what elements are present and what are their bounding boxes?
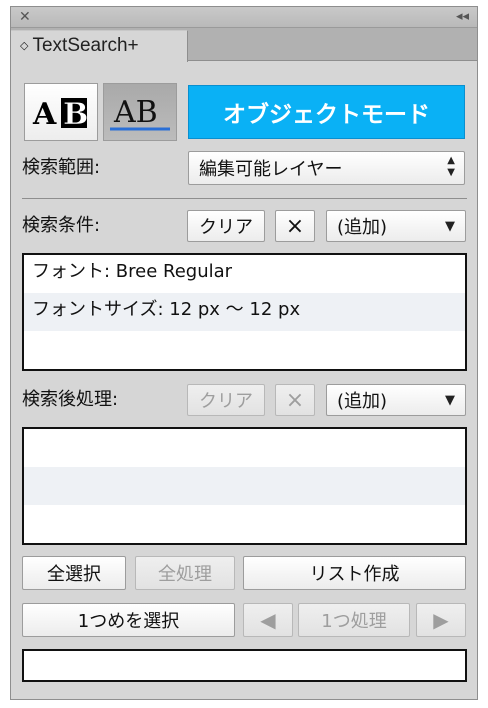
- svg-text:B: B: [63, 97, 88, 132]
- textsearch-panel: ✕ ◂◂ ◇ TextSearch+ A B AB オブジェクトモード 検索範囲:…: [10, 6, 478, 700]
- select-first-button[interactable]: 1つめを選択: [22, 603, 235, 637]
- list-item[interactable]: [24, 467, 465, 505]
- post-add-select[interactable]: (追加) ▼: [326, 384, 466, 416]
- search-conditions-list[interactable]: フォント: Bree Regular フォントサイズ: 12 px 〜 12 p…: [22, 253, 467, 371]
- list-item[interactable]: [24, 331, 465, 369]
- tab-textsearch[interactable]: ◇ TextSearch+: [11, 30, 188, 62]
- search-scope-label: 検索範囲:: [22, 157, 101, 178]
- conditions-add-value: (追加): [337, 217, 388, 238]
- close-icon[interactable]: ✕: [19, 8, 31, 26]
- tab-strip: ◇ TextSearch+: [11, 28, 477, 62]
- panel-titlebar: ✕ ◂◂: [11, 7, 477, 28]
- tab-label: TextSearch+: [32, 35, 139, 56]
- list-item[interactable]: [24, 429, 465, 467]
- post-add-value: (追加): [337, 391, 388, 412]
- dropdown-arrow-icon: ▼: [445, 218, 455, 234]
- updown-arrows-icon: ▲ ▼: [447, 155, 455, 178]
- object-mode-button[interactable]: オブジェクトモード: [188, 85, 465, 139]
- search-scope-select[interactable]: 編集可能レイヤー ▲ ▼: [188, 151, 465, 185]
- outline-text-mode-button[interactable]: A B: [24, 83, 98, 141]
- conditions-clear-button[interactable]: クリア: [187, 210, 265, 242]
- outline-ab-icon: A B: [32, 97, 89, 133]
- dropdown-arrow-icon: ▼: [445, 392, 455, 408]
- post-remove-button[interactable]: ×: [275, 384, 315, 416]
- tab-menu-arrows-icon: ◇: [20, 40, 29, 52]
- svg-text:AB: AB: [113, 95, 158, 130]
- search-scope-value: 編集可能レイヤー: [199, 159, 343, 180]
- section-divider: [22, 198, 467, 199]
- select-all-button[interactable]: 全選択: [22, 556, 126, 590]
- create-list-button[interactable]: リスト作成: [243, 556, 466, 590]
- search-conditions-label: 検索条件:: [22, 215, 101, 236]
- conditions-add-select[interactable]: (追加) ▼: [326, 210, 466, 242]
- previous-button[interactable]: ◀: [243, 603, 293, 637]
- next-icon: ▶: [433, 608, 449, 632]
- list-item[interactable]: フォントサイズ: 12 px 〜 12 px: [24, 293, 465, 331]
- collapse-icon[interactable]: ◂◂: [456, 8, 469, 26]
- underline-text-mode-button[interactable]: AB: [103, 83, 177, 141]
- svg-text:A: A: [32, 97, 57, 132]
- process-one-button[interactable]: 1つ処理: [298, 603, 410, 637]
- list-item[interactable]: フォント: Bree Regular: [24, 255, 465, 293]
- list-item[interactable]: [24, 505, 465, 543]
- status-field: [22, 649, 467, 682]
- post-processing-list[interactable]: [22, 427, 467, 545]
- post-processing-label: 検索後処理:: [22, 389, 119, 410]
- conditions-remove-button[interactable]: ×: [275, 210, 315, 242]
- underline-ab-icon: AB: [110, 95, 170, 131]
- next-button[interactable]: ▶: [416, 603, 466, 637]
- post-clear-button[interactable]: クリア: [187, 384, 265, 416]
- process-all-button[interactable]: 全処理: [135, 556, 235, 590]
- previous-icon: ◀: [260, 608, 276, 632]
